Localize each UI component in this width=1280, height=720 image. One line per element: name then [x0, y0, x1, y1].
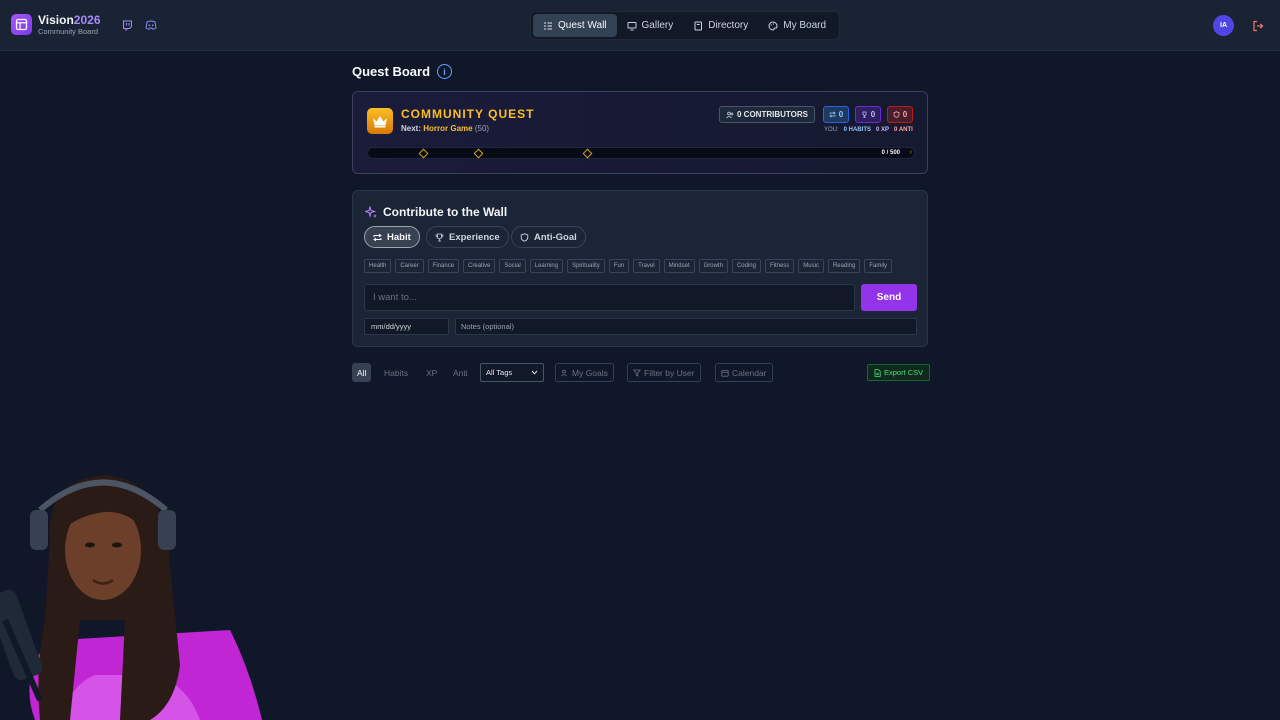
tag-chip[interactable]: Music: [798, 259, 824, 273]
board-logo-icon: [11, 14, 32, 36]
type-habit-button[interactable]: Habit: [364, 226, 420, 248]
trophy-icon: [862, 111, 867, 118]
community-quest-card: COMMUNITY QUEST Next: Horror Game (50) 0…: [352, 91, 928, 174]
contributors-text: 0 CONTRIBUTORS: [737, 110, 808, 119]
logout-icon[interactable]: [1252, 19, 1264, 32]
date-placeholder: mm/dd/yyyy: [371, 322, 412, 331]
tag-chip[interactable]: Fun: [608, 259, 630, 273]
tags-select[interactable]: All Tags: [480, 363, 544, 382]
my-goals-button[interactable]: My Goals: [555, 363, 614, 382]
contribute-title: Contribute to the Wall: [365, 205, 507, 219]
nav-label: Quest Wall: [558, 20, 607, 31]
contribute-card: Contribute to the Wall Habit Experience …: [352, 190, 928, 347]
quest-title: COMMUNITY QUEST: [401, 107, 535, 121]
shield-icon: [893, 111, 900, 118]
nav-quest-wall[interactable]: Quest Wall: [533, 14, 617, 37]
list-icon: [544, 22, 552, 29]
tag-chip[interactable]: Spirituality: [567, 259, 605, 273]
tag-chip[interactable]: Reading: [827, 259, 861, 273]
tag-chip[interactable]: Growth: [698, 259, 728, 273]
app-title: Vision2026: [38, 13, 101, 27]
palette-icon: [768, 20, 778, 31]
shield-icon: [520, 232, 529, 242]
tag-chip[interactable]: Mindset: [663, 259, 695, 273]
xp-stat: 0: [855, 106, 881, 123]
type-experience-button[interactable]: Experience: [426, 226, 509, 248]
end-marker-icon: ‹: [909, 149, 912, 156]
contributors-badge: 0 CONTRIBUTORS: [719, 106, 815, 123]
milestone-marker: [418, 148, 429, 159]
calendar-button[interactable]: Calendar: [715, 363, 773, 382]
quest-progress-bar: 0 / 500 ‹: [367, 147, 915, 159]
tag-chip[interactable]: Travel: [633, 259, 660, 273]
users-icon: [726, 111, 734, 118]
app-subtitle: Community Board: [38, 27, 99, 36]
tag-chip[interactable]: Health: [364, 259, 392, 273]
main-nav: Quest Wall Gallery Directory My Board: [530, 11, 840, 40]
crown-icon: [367, 108, 393, 134]
anti-stat: 0: [887, 106, 913, 123]
page-title: Quest Board i: [352, 64, 453, 79]
date-field[interactable]: mm/dd/yyyy: [364, 318, 449, 335]
goal-input[interactable]: [364, 284, 855, 311]
type-anti-goal-button[interactable]: Anti-Goal: [511, 226, 586, 248]
funnel-icon: [633, 369, 641, 377]
milestone-marker: [582, 148, 593, 159]
file-icon: [874, 368, 881, 377]
milestone-marker: [473, 148, 484, 159]
notes-field[interactable]: [455, 318, 917, 335]
twitch-icon[interactable]: [120, 18, 134, 32]
nav-directory[interactable]: Directory: [683, 14, 758, 37]
filter-habits[interactable]: Habits: [379, 363, 413, 382]
brand[interactable]: Vision2026 Community Board: [11, 14, 101, 36]
tag-chip[interactable]: Learning: [529, 259, 564, 273]
filter-xp[interactable]: XP: [421, 363, 442, 382]
progress-text: 0 / 500: [881, 150, 900, 156]
discord-icon[interactable]: [144, 18, 158, 32]
chevron-down-icon: [531, 370, 538, 375]
repeat-icon: [829, 111, 836, 118]
calendar-icon: [721, 369, 729, 377]
top-bar: Vision2026 Community Board Quest Wall Ga…: [0, 0, 1280, 51]
tag-chip[interactable]: Family: [864, 259, 892, 273]
tag-list: Health Career Finance Creative Social Le…: [364, 259, 917, 273]
filter-anti[interactable]: Anti: [448, 363, 473, 382]
nav-my-board[interactable]: My Board: [758, 14, 836, 37]
sparkles-icon: [365, 205, 377, 218]
nav-label: My Board: [783, 20, 827, 31]
tag-chip[interactable]: Creative: [463, 259, 496, 273]
repeat-icon: [373, 233, 382, 241]
send-button[interactable]: Send: [861, 284, 917, 311]
webcam-overlay: [0, 470, 270, 720]
info-icon[interactable]: i: [437, 64, 453, 79]
page-title-text: Quest Board: [352, 64, 431, 79]
users-icon: [561, 369, 567, 376]
tag-chip[interactable]: Coding: [731, 259, 761, 273]
tag-chip[interactable]: Social: [499, 259, 526, 273]
filter-by-user-button[interactable]: Filter by User: [627, 363, 701, 382]
tag-chip[interactable]: Finance: [427, 259, 460, 273]
tag-chip[interactable]: Career: [395, 259, 424, 273]
nav-gallery[interactable]: Gallery: [617, 14, 684, 37]
nav-label: Gallery: [641, 20, 674, 31]
book-icon: [694, 21, 703, 30]
nav-label: Directory: [708, 20, 749, 31]
your-stats: YOU: 0 HABITS 0 XP 0 ANTI: [824, 127, 913, 133]
user-avatar[interactable]: IA: [1213, 15, 1234, 36]
tag-chip[interactable]: Fitness: [764, 259, 795, 273]
filter-all[interactable]: All: [352, 363, 372, 382]
quest-next: Next: Horror Game (50): [401, 124, 490, 133]
export-csv-button[interactable]: Export CSV: [867, 364, 931, 381]
monitor-icon: [627, 21, 637, 30]
habits-stat: 0: [823, 106, 849, 123]
trophy-icon: [435, 233, 444, 241]
